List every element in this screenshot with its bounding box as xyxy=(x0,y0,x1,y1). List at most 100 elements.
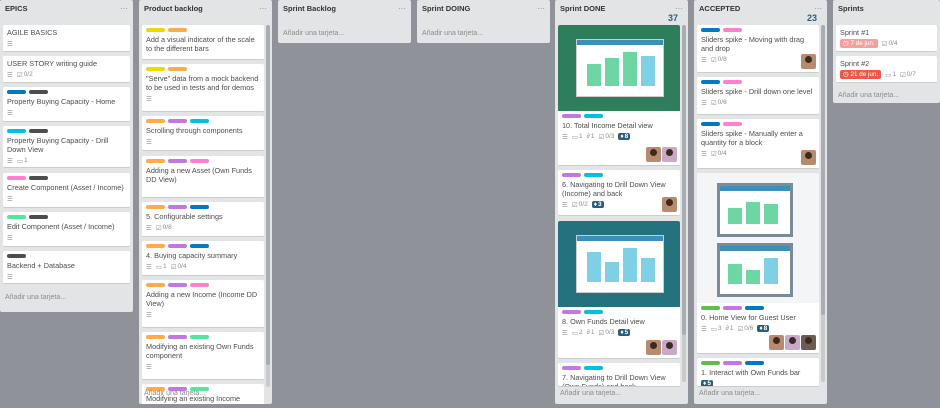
card-title: Property Buying Capacity - Drill Down Vi… xyxy=(7,136,109,154)
card[interactable]: Create Component (Asset / Income) ☰ xyxy=(3,173,130,208)
comment-count: 1 xyxy=(162,263,167,270)
checklist-count: 0/4 xyxy=(888,40,898,47)
card[interactable]: Sprint #1 ◷ 7 de jun. ☑ 0/4 xyxy=(836,25,937,52)
hamburger-icon: ☰ xyxy=(146,363,152,371)
avatar[interactable] xyxy=(801,335,816,350)
list-accepted: ACCEPTED ··· 23 Sliders spike - Moving wi… xyxy=(694,0,827,404)
hamburger-icon: ☰ xyxy=(701,325,707,333)
card[interactable]: 8. Own Funds Detail view ☰ ▭ 2 ∂ 1 ☑ 0/3 ♦ 5 xyxy=(558,221,680,359)
label-sky xyxy=(7,129,26,133)
comment-count: 3 xyxy=(717,325,722,332)
comment-icon: ▭ xyxy=(571,133,578,141)
hamburger-icon: ☰ xyxy=(146,311,152,319)
checklist-count: 0/4 xyxy=(177,263,187,270)
ellipsis-icon[interactable]: ··· xyxy=(259,4,267,13)
hamburger-icon: ☰ xyxy=(701,99,707,107)
add-card-link[interactable]: Añadir una tarjeta... xyxy=(560,390,621,397)
card[interactable]: 6. Navigating to Drill Down View (Income… xyxy=(558,170,680,216)
card[interactable]: 5. Configurable settings ☰ ☑ 0/8 xyxy=(142,202,264,237)
card[interactable]: 10. Total Income Detail view ☰ ▭ 1 ∂ 1 ☑ 0/3 ♦ 8 xyxy=(558,25,680,166)
label-purple xyxy=(562,366,581,370)
checklist-icon: ☑ xyxy=(881,40,888,48)
card-title: Sprint #1 xyxy=(840,28,870,37)
scrollbar[interactable] xyxy=(821,25,825,382)
checklist-count: 0/4 xyxy=(717,150,727,157)
list-sprints: Sprints Sprint #1 ◷ 7 de jun. ☑ 0/4 Sprint #… xyxy=(833,0,940,103)
card[interactable]: Sliders spike - Moving with drag and dro… xyxy=(697,25,819,73)
avatar[interactable] xyxy=(801,150,816,165)
avatar[interactable] xyxy=(646,147,661,162)
scrollbar[interactable] xyxy=(682,25,686,382)
avatar[interactable] xyxy=(769,335,784,350)
label-blue xyxy=(7,90,26,94)
card-title: Adding a new Income (Income DD View) xyxy=(146,290,258,308)
card[interactable]: Edit Component (Asset / Income) ☰ xyxy=(3,212,130,247)
paperclip-icon: ∂ xyxy=(586,329,590,336)
list-title: ACCEPTED xyxy=(699,3,741,13)
due-date: 7 de jun. xyxy=(850,40,875,47)
card-title: Sprint #2 xyxy=(840,59,870,68)
card-title: Create Component (Asset / Income) xyxy=(7,183,124,192)
label-purple xyxy=(168,283,187,287)
add-card-link[interactable]: Añadir una tarjeta... xyxy=(422,30,483,37)
add-card-link[interactable]: Añadir una tarjeta... xyxy=(838,92,899,99)
checklist-icon: ☑ xyxy=(737,325,744,333)
checklist-icon: ☑ xyxy=(710,56,717,64)
label-purple xyxy=(562,310,581,314)
add-card-link[interactable]: Añadir una tarjeta... xyxy=(144,390,205,397)
card[interactable]: Add a visual indicator of the scale to t… xyxy=(142,25,264,60)
add-card-link[interactable]: Añadir una tarjeta... xyxy=(283,30,344,37)
card[interactable]: "Serve" data from a mock backend to be u… xyxy=(142,64,264,112)
hamburger-icon: ☰ xyxy=(7,157,13,165)
card[interactable]: Scrolling through components ☰ xyxy=(142,116,264,151)
ellipsis-icon[interactable]: ··· xyxy=(537,4,545,13)
card[interactable]: 0. Home View for Guest User ☰ ▭ 3 ∂ 1 ☑ 0/6 ♦ 8 xyxy=(697,173,819,354)
paperclip-icon: ∂ xyxy=(586,133,590,140)
avatar[interactable] xyxy=(801,54,816,69)
scrollbar-thumb[interactable] xyxy=(266,25,270,365)
card[interactable]: Modifying an existing Own Funds componen… xyxy=(142,332,264,380)
label-purple xyxy=(723,306,742,310)
card[interactable]: 4. Buying capacity summary ☰ ▭ 1 ☑ 0/4 xyxy=(142,241,264,276)
scrollbar-thumb[interactable] xyxy=(821,25,825,315)
paperclip-icon: ∂ xyxy=(725,325,729,332)
card[interactable]: Property Buying Capacity - Drill Down Vi… xyxy=(3,126,130,168)
card[interactable]: Backend + Database ☰ xyxy=(3,251,130,284)
hamburger-icon: ☰ xyxy=(146,138,152,146)
add-card-link[interactable]: Añadir una tarjeta... xyxy=(5,294,66,301)
card-cover-image xyxy=(558,221,680,307)
checklist-count: 0/8 xyxy=(717,56,727,63)
ellipsis-icon[interactable]: ··· xyxy=(120,4,128,13)
checklist-icon: ☑ xyxy=(598,329,605,337)
avatar[interactable] xyxy=(662,340,677,355)
label-lime xyxy=(7,215,26,219)
ellipsis-icon[interactable]: ··· xyxy=(398,4,406,13)
card[interactable]: 7. Navigating to Drill Down View (Own Fu… xyxy=(558,363,680,387)
avatar[interactable] xyxy=(662,147,677,162)
label-black xyxy=(29,215,48,219)
card[interactable]: Sliders spike - Manually enter a quantit… xyxy=(697,119,819,169)
vote-icon: ♦ xyxy=(593,201,598,208)
card-title: 1. Interact with Own Funds bar xyxy=(701,368,801,377)
card[interactable]: Sliders spike - Drill down one level ☰ ☑ 0/… xyxy=(697,77,819,115)
checklist-icon: ☑ xyxy=(16,71,23,79)
card[interactable]: Property Buying Capacity - Home ☰ xyxy=(3,87,130,122)
avatar[interactable] xyxy=(785,335,800,350)
ellipsis-icon[interactable]: ··· xyxy=(675,4,683,13)
avatar[interactable] xyxy=(646,340,661,355)
ellipsis-icon[interactable]: ··· xyxy=(814,4,822,13)
avatar[interactable] xyxy=(662,197,677,212)
scrollbar-thumb[interactable] xyxy=(682,25,686,335)
label-blue xyxy=(745,361,764,365)
card[interactable]: AGILE BASICS ☰ xyxy=(3,25,130,52)
hamburger-icon: ☰ xyxy=(7,195,13,203)
card[interactable]: Adding a new Asset (Own Funds DD View) xyxy=(142,156,264,198)
card[interactable]: Adding a new Income (Income DD View) ☰ xyxy=(142,280,264,328)
card[interactable]: Sprint #2 ◷ 21 de jun. ▭ 1 ☑ 0/7 xyxy=(836,56,937,83)
card[interactable]: USER STORY writing guide ☰ ☑ 0/2 xyxy=(3,56,130,83)
scrollbar[interactable] xyxy=(266,25,270,387)
card[interactable]: 1. Interact with Own Funds bar ♦ 5 xyxy=(697,358,819,387)
label-purple xyxy=(168,205,187,209)
add-card-link[interactable]: Añadir una tarjeta... xyxy=(699,390,760,397)
vote-icon: ♦ xyxy=(759,325,763,332)
